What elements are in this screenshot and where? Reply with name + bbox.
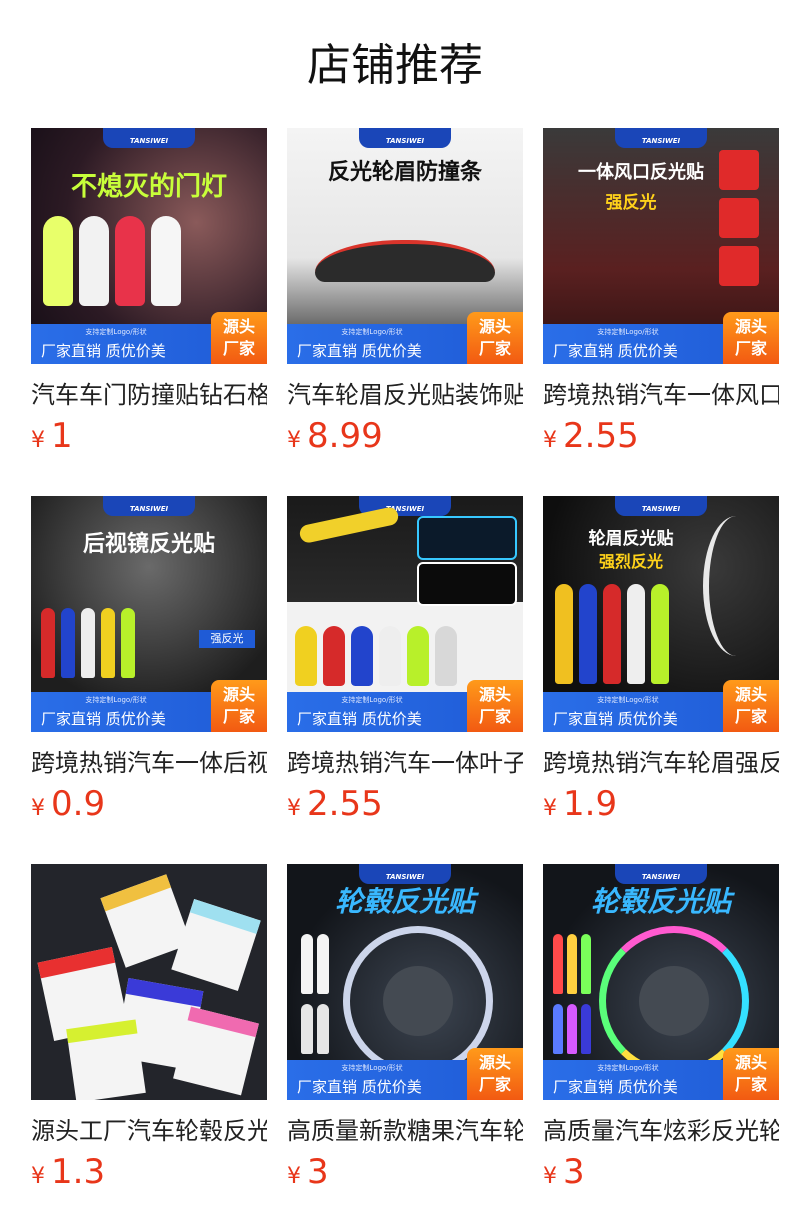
thumb-headline: 轮毂反光贴 — [334, 885, 475, 918]
page-title: 店铺推荐 — [307, 40, 483, 91]
thumb-footer: 支持定制Logo/形状 厂家直销 质优价美 源头 厂家 — [543, 312, 779, 364]
thumb-headline: 轮毂反光贴 — [590, 885, 731, 918]
brand-logo: TANSIWEI — [359, 128, 451, 148]
shop-recommendations-page: 店铺推荐 TANSIWEI 不熄灭的门灯 支持定制Logo/形状 厂家直销 质优… — [0, 0, 790, 1232]
thumb-footer: 支持定制Logo/形状 厂家直销 质优价美 源头 厂家 — [31, 312, 267, 364]
thumb-footer: 支持定制Logo/形状 厂家直销 质优价美 源头 厂家 — [543, 1048, 779, 1100]
product-card[interactable]: TANSIWEI 轮毂反光贴 支持定制Logo/形状 厂家直销 质优价美 源头厂… — [543, 864, 779, 1232]
product-price: ¥0.9 — [31, 784, 106, 824]
thumb-footer: 支持定制Logo/形状 厂家直销 质优价美 源头 厂家 — [287, 312, 523, 364]
product-thumbnail[interactable] — [31, 864, 267, 1100]
product-card[interactable]: TANSIWEI 支持定制Logo/形状 厂家直销 质优价美 源头 厂家 跨境热销… — [287, 496, 523, 864]
product-price: ¥3 — [287, 1152, 329, 1192]
thumb-footer: 支持定制Logo/形状 厂家直销 质优价美 源头 厂家 — [287, 1048, 523, 1100]
product-name[interactable]: 高质量新款糖果汽车轮毂 — [287, 1114, 523, 1148]
product-thumbnail[interactable]: TANSIWEI 反光轮眉防撞条 支持定制Logo/形状 厂家直销 质优价美 源… — [287, 128, 523, 364]
product-price: ¥1.3 — [31, 1152, 106, 1192]
product-card[interactable]: TANSIWEI 后视镜反光贴 强反光 支持定制Logo/形状 厂家直销 质优价… — [31, 496, 267, 864]
product-name[interactable]: 汽车轮眉反光贴装饰贴 — [287, 378, 523, 412]
product-price: ¥8.99 — [287, 416, 383, 456]
product-card[interactable]: TANSIWEI 轮毂反光贴 支持定制Logo/形状 厂家直销 质优价美 源头厂… — [287, 864, 523, 1232]
product-card[interactable]: TANSIWEI 不熄灭的门灯 支持定制Logo/形状 厂家直销 质优价美 源头… — [31, 128, 267, 496]
product-name[interactable]: 跨境热销汽车一体风口 — [543, 378, 779, 412]
product-price: ¥1.9 — [543, 784, 618, 824]
product-thumbnail[interactable]: TANSIWEI 一体风口反光贴 强反光 支持定制Logo/形状 厂家直销 质优… — [543, 128, 779, 364]
product-price: ¥3 — [543, 1152, 585, 1192]
product-thumbnail[interactable]: TANSIWEI 轮毂反光贴 支持定制Logo/形状 厂家直销 质优价美 源头厂… — [287, 864, 523, 1100]
brand-logo: TANSIWEI — [103, 496, 195, 516]
product-name[interactable]: 汽车车门防撞贴钻石格 — [31, 378, 267, 412]
product-thumbnail[interactable]: TANSIWEI 后视镜反光贴 强反光 支持定制Logo/形状 厂家直销 质优价… — [31, 496, 267, 732]
thumb-footer: 支持定制Logo/形状 厂家直销 质优价美 源头 厂家 — [31, 680, 267, 732]
product-card[interactable]: 源头工厂汽车轮毂反光贴 ¥1.3 — [31, 864, 267, 1232]
product-name[interactable]: 跨境热销汽车一体后视镜 — [31, 746, 267, 780]
thumb-footer: 支持定制Logo/形状 厂家直销 质优价美 源头 厂家 — [543, 680, 779, 732]
product-name[interactable]: 跨境热销汽车轮眉强反光 — [543, 746, 779, 780]
product-thumbnail[interactable]: TANSIWEI 轮眉反光贴 强烈反光 支持定制Logo/形状 厂家直销 质优价… — [543, 496, 779, 732]
product-thumbnail[interactable]: TANSIWEI 轮毂反光贴 支持定制Logo/形状 厂家直销 质优价美 源头厂… — [543, 864, 779, 1100]
product-price: ¥2.55 — [543, 416, 639, 456]
product-price: ¥1 — [31, 416, 73, 456]
product-name[interactable]: 源头工厂汽车轮毂反光贴 — [31, 1114, 267, 1148]
product-name[interactable]: 高质量汽车炫彩反光轮毂 — [543, 1114, 779, 1148]
feature-tag: 强反光 — [199, 630, 255, 648]
product-name[interactable]: 跨境热销汽车一体叶子板 — [287, 746, 523, 780]
brand-logo: TANSIWEI — [615, 128, 707, 148]
brand-logo: TANSIWEI — [103, 128, 195, 148]
product-price: ¥2.55 — [287, 784, 383, 824]
product-card[interactable]: TANSIWEI 一体风口反光贴 强反光 支持定制Logo/形状 厂家直销 质优… — [543, 128, 779, 496]
product-card[interactable]: TANSIWEI 轮眉反光贴 强烈反光 支持定制Logo/形状 厂家直销 质优价… — [543, 496, 779, 864]
product-thumbnail[interactable]: TANSIWEI 支持定制Logo/形状 厂家直销 质优价美 源头 厂家 — [287, 496, 523, 732]
product-grid: TANSIWEI 不熄灭的门灯 支持定制Logo/形状 厂家直销 质优价美 源头… — [31, 128, 779, 1232]
thumb-headline: 后视镜反光贴 — [82, 532, 215, 557]
thumb-headline: 不熄灭的门灯 — [70, 172, 227, 202]
product-card[interactable]: TANSIWEI 反光轮眉防撞条 支持定制Logo/形状 厂家直销 质优价美 源… — [287, 128, 523, 496]
thumb-footer: 支持定制Logo/形状 厂家直销 质优价美 源头 厂家 — [287, 680, 523, 732]
brand-logo: TANSIWEI — [615, 496, 707, 516]
thumb-headline: 反光轮眉防撞条 — [327, 160, 482, 185]
product-thumbnail[interactable]: TANSIWEI 不熄灭的门灯 支持定制Logo/形状 厂家直销 质优价美 源头… — [31, 128, 267, 364]
